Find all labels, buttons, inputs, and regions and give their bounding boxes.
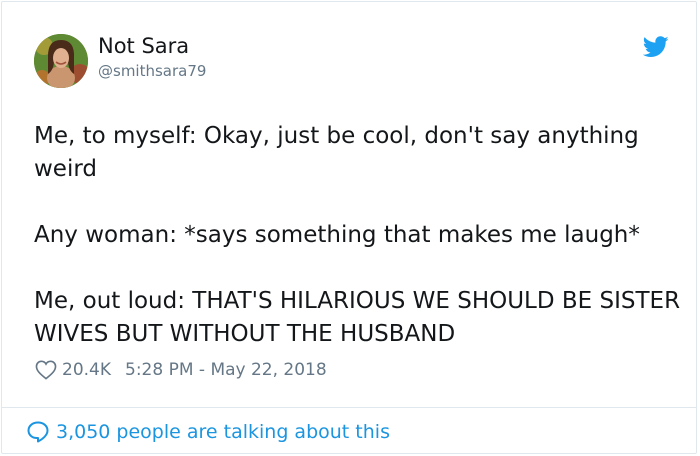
tweet-card: Not Sara @smithsara79 Me, to myself: Oka… xyxy=(1,1,697,454)
tweet-paragraph: Me, to myself: Okay, just be cool, don't… xyxy=(34,123,639,182)
talking-label[interactable]: 3,050 people are talking about this xyxy=(56,421,390,443)
heart-icon[interactable] xyxy=(35,360,57,380)
user-handle[interactable]: @smithsara79 xyxy=(98,61,206,81)
timestamp[interactable]: 5:28 PM - May 22, 2018 xyxy=(125,360,327,380)
tweet-meta: 20.4K 5:28 PM - May 22, 2018 xyxy=(35,358,327,382)
talking-link[interactable]: 3,050 people are talking about this xyxy=(26,420,390,444)
like-count[interactable]: 20.4K xyxy=(62,360,111,380)
avatar[interactable] xyxy=(34,34,88,88)
display-name[interactable]: Not Sara xyxy=(98,33,189,59)
speech-bubble-icon xyxy=(27,421,49,443)
avatar-photo-icon xyxy=(34,34,88,88)
tweet-paragraph: Me, out loud: THAT'S HILARIOUS WE SHOULD… xyxy=(34,288,681,347)
twitter-bird-icon[interactable] xyxy=(643,36,669,58)
divider xyxy=(2,407,696,408)
tweet-text: Me, to myself: Okay, just be cool, don't… xyxy=(34,120,684,351)
tweet-paragraph: Any woman: *says something that makes me… xyxy=(34,222,640,248)
